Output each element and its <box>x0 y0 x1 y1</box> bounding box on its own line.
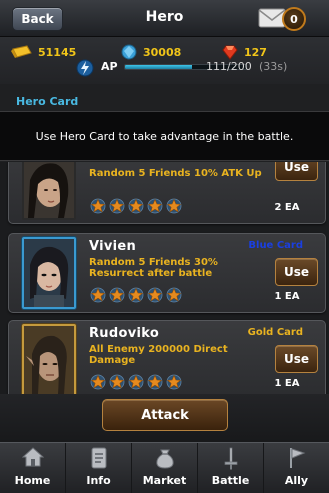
star-icon <box>147 287 163 303</box>
star-icon <box>166 198 182 214</box>
gem-amount: 30008 <box>143 45 182 59</box>
star-rating <box>89 198 183 214</box>
star-icon <box>166 374 182 390</box>
top-bar: Back Hero 0 <box>0 0 329 37</box>
card-quantity: 1 EA <box>274 291 300 302</box>
star-icon <box>90 287 106 303</box>
nav-ally-label: Ally <box>284 474 309 487</box>
gem-counter: 30008 <box>121 44 181 60</box>
nav-info-label: Info <box>86 474 111 487</box>
section-title: Hero Card <box>16 95 79 108</box>
ap-value: 111/200 <box>206 60 252 73</box>
mailbox-button[interactable]: 0 <box>258 7 306 31</box>
nav-home[interactable]: Home <box>0 443 66 493</box>
nav-market-label: Market <box>142 474 187 487</box>
use-card-button[interactable]: Use <box>275 162 318 181</box>
hero-portrait <box>22 237 76 309</box>
sword-icon <box>224 447 237 470</box>
gold-bar-icon <box>11 45 32 58</box>
card-effect-text: Random 5 Friends 10% ATK Up <box>89 168 262 179</box>
card-grade: Gold Card <box>247 327 303 338</box>
ruby-icon <box>222 45 238 60</box>
ap-progress-fill <box>125 65 193 69</box>
nav-home-label: Home <box>14 474 51 487</box>
use-card-button[interactable]: Use <box>275 258 318 286</box>
back-button[interactable]: Back <box>12 7 63 31</box>
hero-portrait <box>22 324 76 394</box>
card-effect-text: Random 5 Friends 30% Resurrect after bat… <box>89 257 218 279</box>
card-quantity: 1 EA <box>274 378 300 389</box>
ap-timer: (33s) <box>259 60 288 73</box>
action-points-row: AP 111/200 (33s) <box>76 59 326 77</box>
nav-battle[interactable]: Battle <box>198 443 264 493</box>
star-rating <box>89 374 183 390</box>
ap-label: AP <box>101 60 118 73</box>
hero-card-list[interactable]: Random 5 Friends 10% ATK Up Use 2 EA Viv… <box>0 162 329 394</box>
nav-ally[interactable]: Ally <box>264 443 329 493</box>
star-icon <box>90 374 106 390</box>
nav-info[interactable]: Info <box>66 443 132 493</box>
card-name: Rudoviko <box>89 326 160 341</box>
hero-card-screen: Back Hero 0 51145 30008 127 AP 111/200 (… <box>0 0 329 493</box>
star-icon <box>128 198 144 214</box>
star-icon <box>147 198 163 214</box>
home-icon <box>21 447 44 467</box>
bottom-nav: Home Info Market Battle Ally <box>0 442 329 493</box>
card-name: Vivien <box>89 239 137 254</box>
attack-bar: Attack <box>0 394 329 442</box>
star-icon <box>166 287 182 303</box>
star-icon <box>109 374 125 390</box>
star-icon <box>109 287 125 303</box>
gold-counter: 51145 <box>10 44 76 60</box>
star-icon <box>90 198 106 214</box>
star-icon <box>109 198 125 214</box>
flag-icon <box>289 448 305 468</box>
hero-card-item: Random 5 Friends 10% ATK Up Use 2 EA <box>8 162 326 224</box>
document-icon <box>91 447 106 469</box>
ruby-counter: 127 <box>222 44 267 60</box>
section-description: Use Hero Card to take advantage in the b… <box>0 111 329 161</box>
hero-card-item: Vivien Blue Card Random 5 Friends 30% Re… <box>8 233 326 313</box>
star-icon <box>147 374 163 390</box>
gold-amount: 51145 <box>38 45 77 59</box>
blue-gem-icon <box>121 44 137 60</box>
card-quantity: 2 EA <box>274 202 300 213</box>
nav-battle-label: Battle <box>211 474 250 487</box>
card-grade: Blue Card <box>248 240 303 251</box>
attack-button[interactable]: Attack <box>102 399 228 431</box>
use-card-button[interactable]: Use <box>275 345 318 373</box>
ruby-amount: 127 <box>244 45 267 59</box>
mail-count-badge: 0 <box>282 7 306 31</box>
card-effect-text: All Enemy 200000 Direct Damage <box>89 344 228 366</box>
star-rating <box>89 287 183 303</box>
hero-portrait <box>22 162 76 220</box>
lightning-icon <box>76 59 94 77</box>
star-icon <box>128 374 144 390</box>
nav-market[interactable]: Market <box>132 443 198 493</box>
star-icon <box>128 287 144 303</box>
money-bag-icon <box>155 449 174 469</box>
hero-card-item: Rudoviko Gold Card All Enemy 200000 Dire… <box>8 320 326 394</box>
